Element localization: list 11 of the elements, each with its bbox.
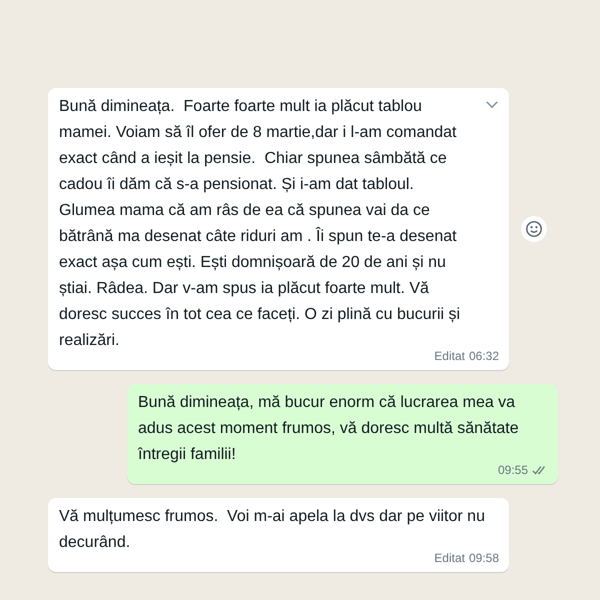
- message-text: Bună dimineața, mă bucur enorm că lucrarea mea va adus acest moment frumos, vă doresc multă sănătate întregii familii!: [138, 393, 520, 465]
- message-time: 06:32: [468, 348, 499, 364]
- message-time: 09:55: [498, 462, 528, 478]
- smiley-icon: [525, 220, 543, 238]
- edited-label: Editat: [434, 348, 465, 364]
- reaction-button[interactable]: [521, 216, 547, 242]
- chevron-down-icon[interactable]: [485, 100, 499, 109]
- message-text: Bună dimineața. Foarte foarte mult ia plăcut tablou mamei. Voiam să îl ofer de 8 martie,dar i l-am comandat exact când a ieșit la pensie. Chiar spunea sâmbătă ce cadou îi dăm că s-a pensionat. Și i-am dat tabloul. Glumea mama că am râs de ea că spunea vai da ce bătrână ma desenat câte riduri am . Îi spun te-a desenat exact așa cum ești. Ești domnișoară de 20 de ani și nu știai. Râdea. Dar v-am spus ia plăcut foarte mult. Vă doresc succes în tot cea ce faceți. O zi plină cu bucurii și realizări.: [59, 97, 462, 351]
- edited-label: Editat: [434, 550, 465, 566]
- message-text: Vă mulțumesc frumos. Voi m-ai apela la dvs dar pe viitor nu decurând.: [59, 507, 486, 553]
- message-time: 09:58: [468, 550, 499, 566]
